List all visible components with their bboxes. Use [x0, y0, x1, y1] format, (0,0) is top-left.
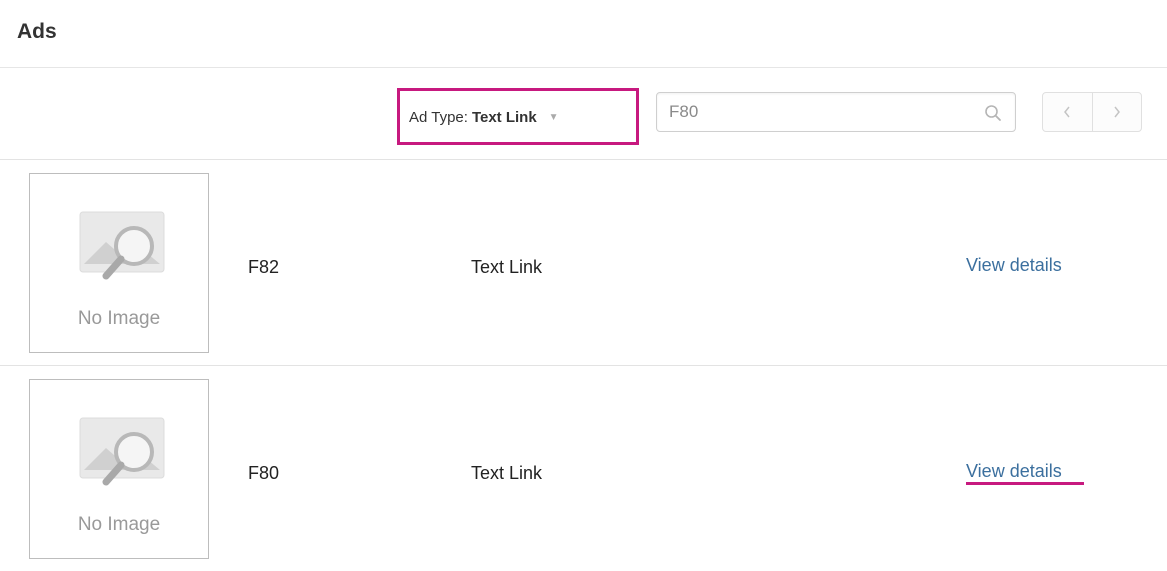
- ad-row: No Image F80 Text Link View details: [0, 367, 1167, 571]
- view-details-link[interactable]: View details: [966, 461, 1062, 482]
- ad-thumbnail: No Image: [29, 173, 209, 353]
- next-page-button[interactable]: [1091, 93, 1142, 131]
- caret-down-icon: ▼: [548, 111, 559, 123]
- ad-type: Text Link: [471, 463, 543, 483]
- chevron-left-icon: [1064, 106, 1070, 118]
- page-header: Ads: [0, 0, 1167, 68]
- ad-type-highlight: Ad Type: Text Link ▼: [397, 88, 639, 145]
- ad-type-dropdown[interactable]: Ad Type: Text Link ▼: [409, 104, 559, 130]
- ad-name: F80: [248, 463, 280, 483]
- no-image-label: No Image: [77, 308, 161, 329]
- page-title: Ads: [17, 20, 57, 43]
- search-box[interactable]: [656, 92, 1016, 132]
- no-image-icon: [79, 211, 165, 280]
- chevron-right-icon: [1114, 106, 1120, 118]
- ad-type-label: Ad Type:: [409, 108, 468, 126]
- search-input[interactable]: [669, 101, 969, 123]
- ad-thumbnail: No Image: [29, 379, 209, 559]
- ad-type: Text Link: [471, 257, 543, 277]
- prev-page-button[interactable]: [1043, 93, 1092, 131]
- view-details-link[interactable]: View details: [966, 255, 1062, 276]
- link-highlight-underline: [966, 482, 1084, 485]
- ad-name: F82: [248, 257, 280, 277]
- search-icon[interactable]: [983, 103, 1003, 123]
- no-image-label: No Image: [77, 514, 161, 535]
- ad-row: No Image F82 Text Link View details: [0, 161, 1167, 366]
- pagination: [1042, 92, 1142, 132]
- ad-type-value: Text Link: [471, 108, 537, 126]
- no-image-icon: [79, 417, 165, 486]
- toolbar: Ad Type: Text Link ▼: [0, 69, 1167, 160]
